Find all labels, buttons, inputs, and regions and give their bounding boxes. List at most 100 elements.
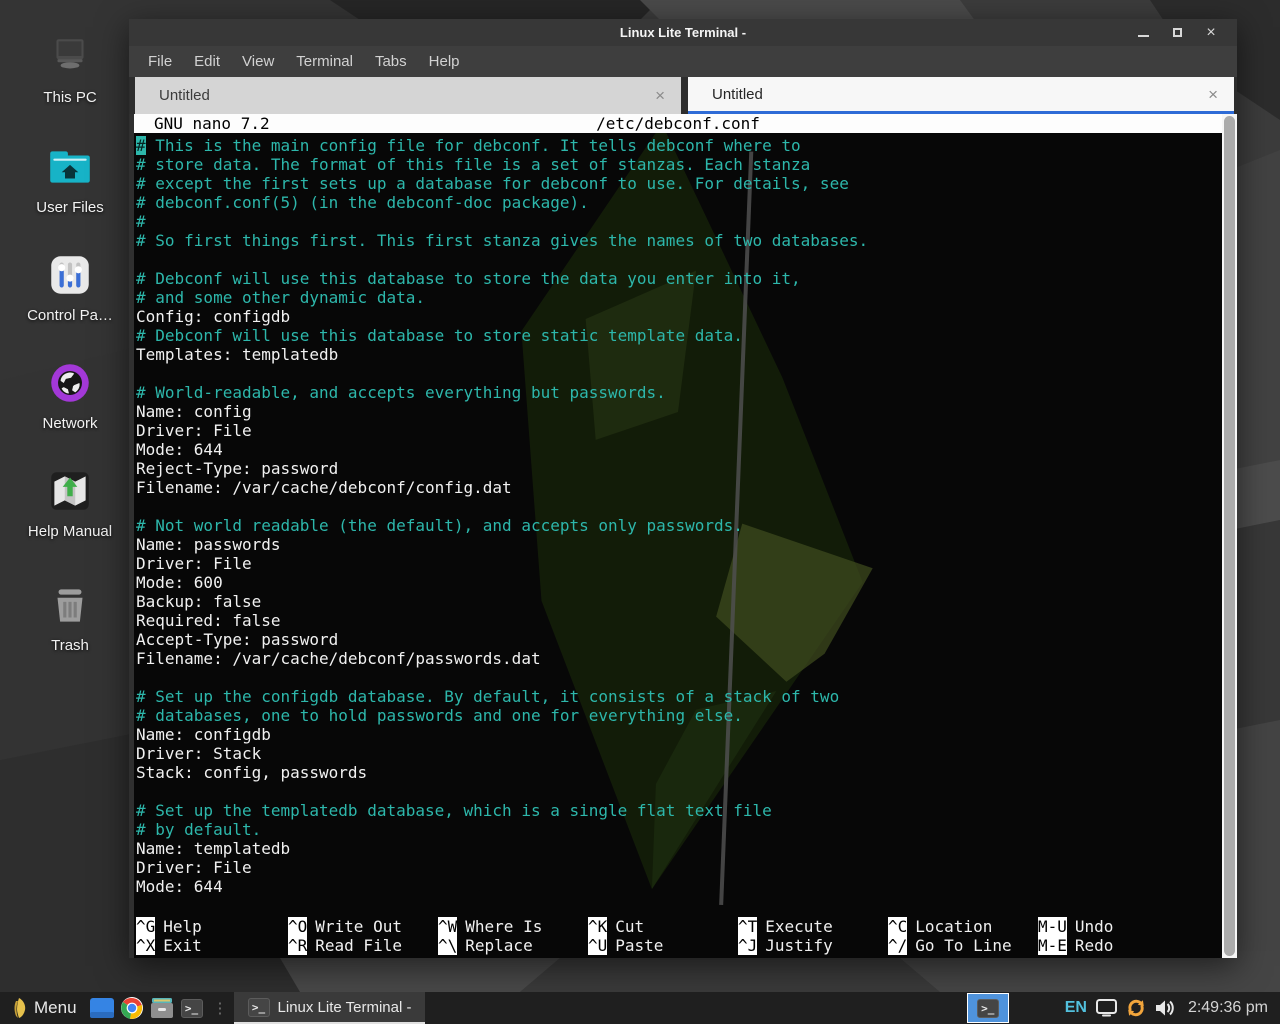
editor-line: # Set up the configdb database. By defau…: [134, 687, 1222, 706]
minimize-icon: [1138, 35, 1149, 37]
volume-icon[interactable]: [1155, 999, 1176, 1017]
taskbar-clock[interactable]: 2:49:36 pm: [1184, 999, 1280, 1017]
taskbar-menu-button[interactable]: Menu: [0, 992, 87, 1024]
shortcut-column: ^CLocation^/Go To Line: [888, 917, 1038, 955]
desktop-icon-help-manual[interactable]: Help Manual: [14, 466, 126, 540]
close-icon: ×: [1206, 25, 1215, 41]
nano-shortcut-location: ^CLocation: [888, 917, 1038, 936]
updates-icon[interactable]: [1125, 997, 1147, 1019]
editor-line: Driver: File: [134, 421, 1222, 440]
desktop-icon-label: This PC: [43, 89, 96, 106]
menu-help[interactable]: Help: [418, 53, 471, 70]
nano-shortcut-execute: ^T Execute: [738, 917, 888, 936]
system-tray: >_ EN 2:49:36 pm: [967, 993, 1280, 1023]
shortcut-label: Execute: [765, 917, 832, 936]
editor-line: # debconf.conf(5) (in the debconf-doc pa…: [134, 193, 1222, 212]
text-cursor: #: [136, 136, 146, 155]
launcher-chrome[interactable]: [117, 992, 147, 1024]
shortcut-key: ^K: [588, 917, 607, 936]
nano-filename: /etc/debconf.conf: [134, 114, 1222, 133]
terminal-screen[interactable]: /etc/debconf.conf GNU nano 7.2 # This is…: [134, 114, 1222, 958]
tab-label: Untitled: [712, 86, 763, 103]
language-indicator[interactable]: EN: [1065, 999, 1087, 1017]
editor-line: Required: false: [134, 611, 1222, 630]
menu-tabs[interactable]: Tabs: [364, 53, 418, 70]
nano-shortcut-help: ^GHelp: [136, 917, 288, 936]
shortcut-key: ^T: [738, 917, 757, 936]
menu-view[interactable]: View: [231, 53, 285, 70]
editor-line: Config: configdb: [134, 307, 1222, 326]
scrollbar-thumb[interactable]: [1224, 116, 1235, 956]
tab-untitled-1[interactable]: Untitled ×: [135, 77, 681, 114]
task-button-terminal[interactable]: >_ Linux Lite Terminal -: [234, 992, 426, 1024]
editor-line: [134, 668, 1222, 687]
desktop-icon-control-panel[interactable]: Control Pa…: [14, 250, 126, 324]
launcher-archive[interactable]: [147, 992, 177, 1024]
desktop-icon-label: Network: [42, 415, 97, 432]
editor-line: # by default.: [134, 820, 1222, 839]
desktop-icon-this-pc[interactable]: This PC: [14, 32, 126, 106]
nano-shortcut-justify: ^J Justify: [738, 936, 888, 955]
desktop-icon-label: Control Pa…: [27, 307, 113, 324]
control-panel-icon: [45, 250, 95, 300]
nano-shortcut-go-to-line: ^/Go To Line: [888, 936, 1038, 955]
nano-shortcut-cut: ^KCut: [588, 917, 738, 936]
minimize-button[interactable]: [1133, 23, 1153, 43]
nano-shortcut-redo: M-ERedo: [1038, 936, 1222, 955]
shortcut-key: ^J: [738, 936, 757, 955]
editor-line: [134, 497, 1222, 516]
editor-line: # store data. The format of this file is…: [134, 155, 1222, 174]
desktop-icon-user-files[interactable]: User Files: [14, 142, 126, 216]
tab-untitled-2[interactable]: Untitled ×: [688, 77, 1234, 114]
shortcut-label: Redo: [1075, 936, 1114, 955]
network-globe-icon: [45, 358, 95, 408]
editor-line: # databases, one to hold passwords and o…: [134, 706, 1222, 725]
editor-line: [134, 250, 1222, 269]
editor-line: Driver: File: [134, 858, 1222, 877]
tab-close-icon[interactable]: ×: [1208, 86, 1218, 103]
shortcut-label: Justify: [765, 936, 832, 955]
maximize-icon: [1173, 28, 1182, 37]
display-icon[interactable]: [1096, 999, 1117, 1017]
shortcut-label: Undo: [1075, 917, 1114, 936]
editor-line: Filename: /var/cache/debconf/config.dat: [134, 478, 1222, 497]
close-button[interactable]: ×: [1201, 23, 1221, 43]
editor-line: Mode: 644: [134, 877, 1222, 896]
shortcut-key: ^W: [438, 917, 457, 936]
desktop-icon-trash[interactable]: Trash: [14, 580, 126, 654]
launcher-terminal[interactable]: >_: [177, 992, 207, 1024]
shortcut-label: Paste: [615, 936, 663, 955]
desktop-icon-label: User Files: [36, 199, 104, 216]
nano-shortcuts: ^GHelp^XExit^OWrite Out^RRead File^WWher…: [134, 917, 1222, 958]
nano-shortcut-write-out: ^OWrite Out: [288, 917, 438, 936]
window-titlebar[interactable]: Linux Lite Terminal - ×: [129, 19, 1237, 46]
window-controls: ×: [1133, 23, 1237, 43]
nano-titlebar: /etc/debconf.conf GNU nano 7.2: [134, 114, 1222, 133]
desktop-icon-network[interactable]: Network: [14, 358, 126, 432]
tray-terminal-button[interactable]: >_: [967, 993, 1009, 1023]
editor-line: #: [134, 212, 1222, 231]
tab-label: Untitled: [159, 87, 210, 104]
editor-line: [134, 364, 1222, 383]
editor-line: [134, 782, 1222, 801]
editor-line: # Debconf will use this database to stor…: [134, 326, 1222, 345]
nano-lines: # This is the main config file for debco…: [134, 133, 1222, 917]
shortcut-key: ^X: [136, 936, 155, 955]
shortcut-key: ^R: [288, 936, 307, 955]
trash-icon: [45, 580, 95, 630]
shortcut-key: ^C: [888, 917, 907, 936]
maximize-button[interactable]: [1167, 23, 1187, 43]
menu-terminal[interactable]: Terminal: [285, 53, 364, 70]
launcher-file-manager[interactable]: [87, 992, 117, 1024]
shortcut-column: ^KCut^UPaste: [588, 917, 738, 955]
menu-file[interactable]: File: [137, 53, 183, 70]
shortcut-label: Exit: [163, 936, 202, 955]
terminal-icon: >_: [977, 999, 999, 1018]
tab-close-icon[interactable]: ×: [655, 87, 665, 104]
help-manual-icon: [45, 466, 95, 516]
terminal-scrollbar[interactable]: [1222, 114, 1237, 958]
shortcut-label: Read File: [315, 936, 402, 955]
editor-line: Mode: 644: [134, 440, 1222, 459]
editor-line: # except the first sets up a database fo…: [134, 174, 1222, 193]
menu-edit[interactable]: Edit: [183, 53, 231, 70]
